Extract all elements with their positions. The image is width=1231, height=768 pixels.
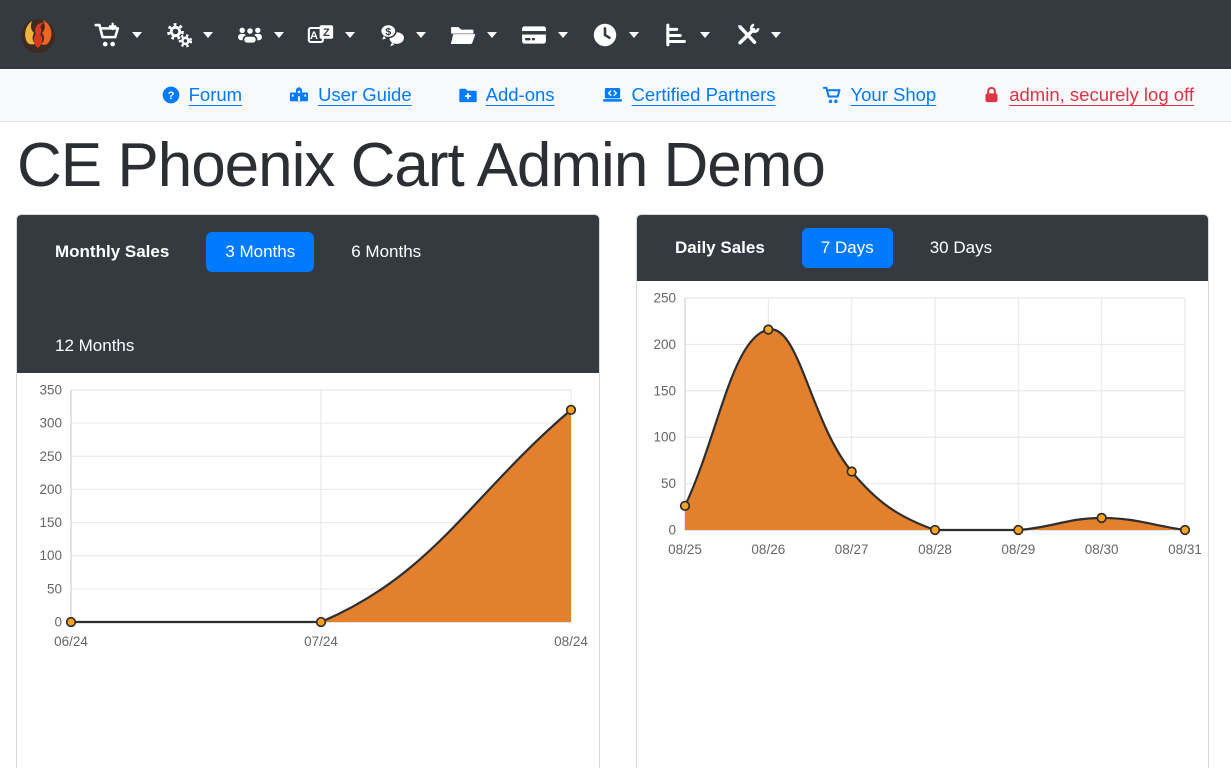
svg-text:08/30: 08/30 xyxy=(1084,542,1118,557)
svg-text:350: 350 xyxy=(39,382,62,397)
monthly-12-months-button[interactable]: 12 Months xyxy=(55,336,134,356)
folder-open-icon xyxy=(448,21,478,49)
link-label: Certified Partners xyxy=(632,84,776,106)
menu-cart-plus[interactable] xyxy=(82,11,153,59)
language-icon: A Z xyxy=(306,21,336,49)
link-label: Add-ons xyxy=(486,84,555,106)
dashboard-cards: Monthly Sales 3 Months 6 Months 12 Month… xyxy=(0,200,1231,768)
menu-clock[interactable] xyxy=(579,11,650,59)
credit-card-icon xyxy=(519,21,549,49)
svg-text:200: 200 xyxy=(653,337,676,352)
svg-text:250: 250 xyxy=(39,449,62,464)
svg-text:0: 0 xyxy=(54,614,62,629)
menu-language[interactable]: A Z xyxy=(295,11,366,59)
caret-down-icon xyxy=(487,32,497,38)
monthly-3-months-button[interactable]: 3 Months xyxy=(206,232,314,272)
users-icon xyxy=(235,21,265,49)
svg-text:06/24: 06/24 xyxy=(54,634,88,649)
laptop-code-icon xyxy=(601,85,624,105)
daily-30-days-button[interactable]: 30 Days xyxy=(930,238,992,258)
svg-text:150: 150 xyxy=(653,383,676,398)
card-title: Monthly Sales xyxy=(55,242,169,262)
link-log-off[interactable]: admin, securely log off xyxy=(982,84,1194,106)
monthly-sales-header: Monthly Sales 3 Months 6 Months 12 Month… xyxy=(17,215,599,373)
daily-7-days-button[interactable]: 7 Days xyxy=(802,228,893,268)
svg-text:08/31: 08/31 xyxy=(1168,542,1201,557)
svg-text:100: 100 xyxy=(39,548,62,563)
tools-icon xyxy=(732,21,762,49)
lock-icon xyxy=(982,85,1001,105)
svg-text:300: 300 xyxy=(39,416,62,431)
link-forum[interactable]: ? Forum xyxy=(161,84,242,106)
svg-text:250: 250 xyxy=(653,290,676,305)
svg-text:200: 200 xyxy=(39,482,62,497)
link-label: User Guide xyxy=(318,84,412,106)
comments-dollar-icon: $ xyxy=(377,21,407,49)
monthly-6-months-button[interactable]: 6 Months xyxy=(351,242,421,262)
caret-down-icon xyxy=(274,32,284,38)
cart-plus-icon xyxy=(93,21,123,49)
link-label: admin, securely log off xyxy=(1009,84,1194,106)
page-title: CE Phoenix Cart Admin Demo xyxy=(0,133,1231,200)
daily-sales-card: Daily Sales 7 Days 30 Days 0 50 100 150 200 2… xyxy=(636,214,1209,768)
svg-text:A: A xyxy=(310,29,318,41)
question-circle-icon: ? xyxy=(161,85,181,105)
link-label: Your Shop xyxy=(851,84,937,106)
caret-down-icon xyxy=(345,32,355,38)
caret-down-icon xyxy=(416,32,426,38)
svg-text:100: 100 xyxy=(653,430,676,445)
link-your-shop[interactable]: Your Shop xyxy=(822,84,937,106)
menu-users[interactable] xyxy=(224,11,295,59)
daily-sales-chart: 0 50 100 150 200 250 08/25 08/26 08/27 08/28 08/29… xyxy=(645,284,1201,566)
caret-down-icon xyxy=(771,32,781,38)
card-title: Daily Sales xyxy=(675,238,765,258)
menu-comments-dollar[interactable]: $ xyxy=(366,11,437,59)
link-label: Forum xyxy=(189,84,242,106)
menu-credit-card[interactable] xyxy=(508,11,579,59)
clock-icon xyxy=(590,21,620,49)
svg-text:50: 50 xyxy=(47,581,62,596)
svg-text:08/29: 08/29 xyxy=(1001,542,1035,557)
monthly-sales-chart: 0 50 100 150 200 250 300 350 06/24 07/24 08/24 xyxy=(21,376,595,658)
svg-text:08/25: 08/25 xyxy=(668,542,702,557)
svg-text:08/26: 08/26 xyxy=(751,542,785,557)
svg-text:08/24: 08/24 xyxy=(554,634,588,649)
link-add-ons[interactable]: Add-ons xyxy=(458,84,555,106)
caret-down-icon xyxy=(132,32,142,38)
svg-text:$: $ xyxy=(385,25,391,37)
caret-down-icon xyxy=(700,32,710,38)
phoenix-logo[interactable] xyxy=(16,11,60,59)
school-icon xyxy=(288,85,310,105)
svg-text:?: ? xyxy=(167,90,174,102)
top-navbar: A Z $ xyxy=(0,0,1231,69)
monthly-sales-card: Monthly Sales 3 Months 6 Months 12 Month… xyxy=(16,214,600,768)
phoenix-flame-icon xyxy=(17,12,59,58)
secondary-navbar: ? Forum User Guide Add-ons Certified Par… xyxy=(0,69,1231,122)
menu-statistics[interactable] xyxy=(650,11,721,59)
svg-text:50: 50 xyxy=(660,476,675,491)
daily-sales-header: Daily Sales 7 Days 30 Days xyxy=(637,215,1208,281)
svg-text:Z: Z xyxy=(323,27,330,39)
svg-text:07/24: 07/24 xyxy=(304,634,338,649)
caret-down-icon xyxy=(629,32,639,38)
folder-plus-icon xyxy=(458,85,478,105)
shopping-cart-icon xyxy=(822,85,843,105)
link-certified-partners[interactable]: Certified Partners xyxy=(601,84,776,106)
svg-text:0: 0 xyxy=(668,522,676,537)
svg-text:08/27: 08/27 xyxy=(834,542,868,557)
menu-tools[interactable] xyxy=(721,11,792,59)
statistics-icon xyxy=(661,21,691,49)
cogs-icon xyxy=(164,21,194,49)
caret-down-icon xyxy=(203,32,213,38)
navbar-menus: A Z $ xyxy=(82,11,792,59)
link-user-guide[interactable]: User Guide xyxy=(288,84,412,106)
svg-text:08/28: 08/28 xyxy=(918,542,952,557)
menu-cogs[interactable] xyxy=(153,11,224,59)
menu-folder-open[interactable] xyxy=(437,11,508,59)
caret-down-icon xyxy=(558,32,568,38)
svg-text:150: 150 xyxy=(39,515,62,530)
